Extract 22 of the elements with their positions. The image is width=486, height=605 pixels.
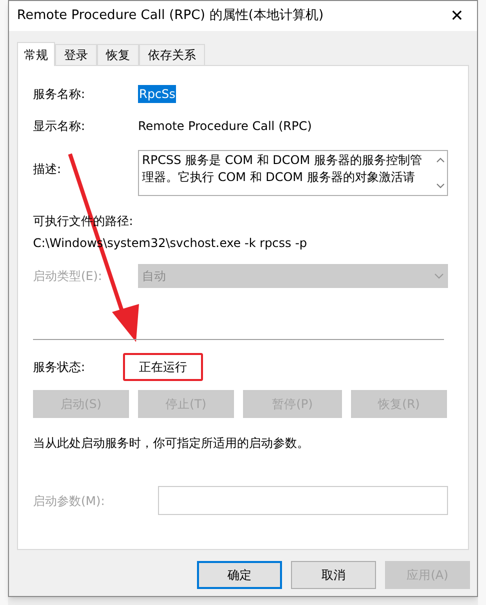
field-label: 服务名称:	[33, 86, 86, 103]
field-label: 描述:	[33, 161, 62, 178]
scroll-down-icon[interactable]	[436, 183, 444, 189]
tab[interactable]: 依存关系	[139, 44, 205, 65]
dialog-button[interactable]: 取消	[291, 561, 376, 589]
tab[interactable]: 常规	[17, 42, 55, 66]
field-label: 显示名称:	[33, 118, 86, 135]
tab[interactable]: 登录	[55, 44, 97, 65]
status-value: 正在运行	[123, 353, 203, 381]
display-name-value: Remote Procedure Call (RPC)	[138, 118, 312, 135]
service-name-value: RpcSs	[138, 85, 176, 103]
ok-button[interactable]: 确定	[197, 561, 282, 589]
field-label: 启动参数(M):	[33, 492, 106, 510]
hint-text: 当从此处启动服务时，你可指定所适用的启动参数。	[33, 435, 310, 452]
close-button[interactable]: ✕	[437, 1, 477, 31]
tab[interactable]: 恢复	[97, 44, 139, 65]
field-label: 服务状态:	[33, 359, 86, 376]
scroll-up-icon[interactable]	[436, 157, 444, 163]
field-label: 启动类型(E):	[33, 268, 103, 285]
chevron-down-icon	[434, 273, 444, 279]
window-title: Remote Procedure Call (RPC) 的属性(本地计算机)	[17, 7, 324, 26]
description-box[interactable]: RPCSS 服务是 COM 和 DCOM 服务器的服务控制管理器。它执行 COM 和 DCOM 服务器的对象激活请	[138, 150, 448, 196]
